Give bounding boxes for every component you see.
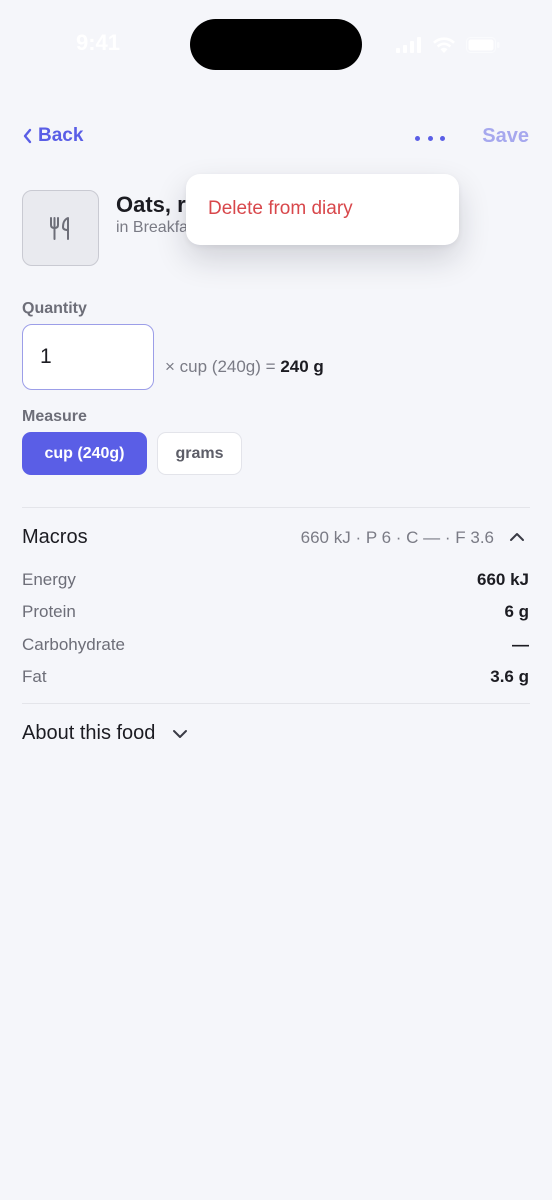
food-title: Oats, r	[116, 192, 186, 217]
divider	[22, 703, 530, 704]
measure-option-cup[interactable]: cup (240g)	[22, 432, 147, 475]
more-dot	[440, 135, 445, 141]
dynamic-island	[190, 19, 362, 70]
more-button[interactable]	[415, 130, 445, 146]
about-food-toggle[interactable]: About this food	[22, 722, 189, 745]
quantity-input[interactable]	[22, 324, 154, 390]
utensils-icon	[49, 217, 69, 240]
macro-value-fat: 3.6 g	[490, 667, 529, 686]
macro-value-carbohydrate: —	[512, 635, 529, 654]
more-dots-icon	[415, 135, 420, 141]
status-icons	[396, 33, 500, 57]
back-label: Back	[38, 125, 84, 146]
wifi-icon	[433, 37, 455, 53]
status-time: 9:41	[76, 30, 121, 55]
macro-value-protein: 6 g	[504, 602, 529, 621]
back-button[interactable]: Back	[22, 125, 83, 147]
quantity-label: Quantity	[22, 300, 87, 317]
divider	[22, 507, 530, 508]
signal-icon	[396, 37, 421, 53]
macros-title: Macros	[22, 526, 88, 548]
macro-label-fat: Fat	[22, 667, 47, 686]
back-chevron-icon	[23, 128, 32, 144]
chevron-up-icon[interactable]	[508, 530, 526, 544]
actions-menu: Delete from diary	[186, 174, 459, 245]
macro-value-energy: 660 kJ	[477, 570, 529, 589]
macro-label-carbohydrate: Carbohydrate	[22, 635, 126, 654]
measure-label: Measure	[22, 408, 87, 425]
quantity-expr-prefix: × cup (240g) =	[165, 357, 276, 376]
quantity-expression: × cup (240g) = 240 g	[165, 357, 324, 377]
about-food-label: About this food	[22, 722, 156, 744]
macro-label-protein: Protein	[22, 602, 76, 621]
macro-label-energy: Energy	[22, 570, 76, 589]
food-thumbnail	[22, 190, 99, 266]
battery-icon	[466, 37, 500, 53]
measure-option-grams[interactable]: grams	[157, 432, 242, 475]
quantity-total: 240 g	[280, 357, 324, 376]
food-meal-subtitle: in Breakfa	[116, 219, 189, 236]
macros-summary: 660 kJ · P 6 · C — · F 3.6	[300, 528, 494, 547]
delete-from-diary-menu-item[interactable]: Delete from diary	[208, 198, 353, 220]
more-dot	[427, 135, 433, 141]
food-entry-screen: 9:41 Back Save Oats, r in Breakfa Quanti…	[0, 0, 552, 1200]
chevron-down-icon	[173, 729, 188, 738]
save-button[interactable]: Save	[482, 125, 529, 148]
